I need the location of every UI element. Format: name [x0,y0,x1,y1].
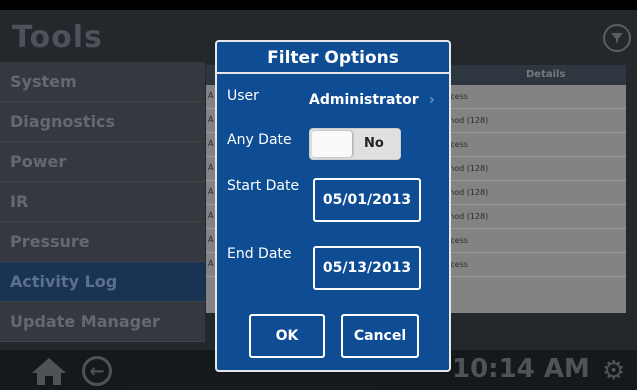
any-date-label: Any Date [227,132,292,148]
start-date-field[interactable]: 05/01/2013 [313,178,421,222]
any-date-toggle[interactable]: No [309,128,401,160]
toggle-knob[interactable] [312,131,352,157]
dialog-title: Filter Options [217,42,449,74]
chevron-right-icon[interactable]: › [429,92,435,108]
user-select[interactable]: Administrator [309,92,419,108]
ok-button[interactable]: OK [249,314,325,358]
end-date-label: End Date [227,246,292,262]
end-date-field[interactable]: 05/13/2013 [313,246,421,290]
user-label: User [227,88,259,104]
filter-options-dialog: Filter Options User Administrator › Any … [215,40,451,372]
toggle-value: No [364,136,384,151]
cancel-button[interactable]: Cancel [341,314,419,358]
start-date-label: Start Date [227,178,300,194]
